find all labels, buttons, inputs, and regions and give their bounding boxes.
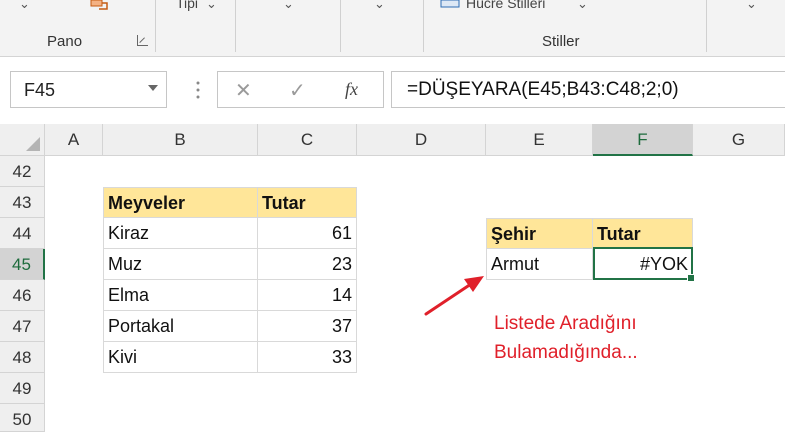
number-format-label[interactable]: Tipi <box>176 0 198 11</box>
cell-styles-label[interactable]: Hücre Stilleri <box>466 0 545 11</box>
table-cell-fruit[interactable]: Portakal <box>103 311 258 342</box>
table-cell-fruit[interactable]: Kivi <box>103 342 258 373</box>
table-cell-amount[interactable]: 14 <box>258 280 357 311</box>
format-painter-icon[interactable] <box>88 0 112 14</box>
row-header-44[interactable]: 44 <box>0 218 45 249</box>
row-header-42[interactable]: 42 <box>0 156 45 187</box>
ribbon-separator <box>340 0 341 52</box>
name-box[interactable]: F45 <box>10 71 167 108</box>
ribbon: ⌄ Tipi ⌄ ⌄ ⌄ Hücre Stilleri ⌄ ⌄ Pano Sti… <box>0 0 785 57</box>
column-header-e[interactable]: E <box>486 124 593 156</box>
row-header-50[interactable]: 50 <box>0 404 45 432</box>
source-header-amount[interactable]: Tutar <box>258 187 357 218</box>
ribbon-separator <box>235 0 236 52</box>
insert-function-icon[interactable]: fx <box>345 79 358 100</box>
active-cell-selection[interactable] <box>593 247 695 282</box>
column-header-f[interactable]: F <box>593 124 693 156</box>
cell-styles-icon[interactable] <box>440 0 462 8</box>
formula-text: =DÜŞEYARA(E45;B43:C48;2;0) <box>407 79 679 100</box>
table-cell-amount[interactable]: 23 <box>258 249 357 280</box>
ribbon-separator <box>706 0 707 52</box>
chevron-down-icon[interactable]: ⌄ <box>283 0 294 12</box>
ribbon-separator <box>155 0 156 52</box>
annotation-arrow-icon <box>424 276 484 316</box>
chevron-down-icon[interactable]: ⌄ <box>746 0 757 12</box>
chevron-down-icon[interactable] <box>148 85 158 91</box>
ribbon-separator <box>423 0 424 52</box>
styles-group-label: Stiller <box>542 33 580 50</box>
lookup-value-cell[interactable]: Armut <box>486 249 593 280</box>
clipboard-group-label: Pano <box>47 33 83 50</box>
annotation-line-2: Bulamadığında... <box>494 342 638 363</box>
column-header-a[interactable]: A <box>45 124 103 156</box>
formula-input[interactable]: =DÜŞEYARA(E45;B43:C48;2;0) <box>391 71 785 108</box>
row-header-45[interactable]: 45 <box>0 249 45 280</box>
row-header-46[interactable]: 46 <box>0 280 45 311</box>
table-cell-amount[interactable]: 37 <box>258 311 357 342</box>
row-header-43[interactable]: 43 <box>0 187 45 218</box>
chevron-down-icon[interactable]: ⌄ <box>19 0 30 12</box>
source-header-fruit[interactable]: Meyveler <box>103 187 258 218</box>
select-all-corner[interactable] <box>0 124 45 156</box>
dialog-launcher-icon[interactable] <box>137 35 148 46</box>
formula-bar-grip-icon[interactable] <box>196 80 200 100</box>
annotation-line-1: Listede Aradığını <box>494 313 637 334</box>
chevron-down-icon[interactable]: ⌄ <box>577 0 588 12</box>
column-header-b[interactable]: B <box>103 124 258 156</box>
formula-actions: ✕ ✓ fx <box>217 71 384 108</box>
enter-icon[interactable]: ✓ <box>289 78 306 103</box>
table-cell-amount[interactable]: 61 <box>258 218 357 249</box>
column-header-d[interactable]: D <box>357 124 486 156</box>
lookup-header-amount[interactable]: Tutar <box>593 218 693 249</box>
table-cell-fruit[interactable]: Elma <box>103 280 258 311</box>
cancel-icon[interactable]: ✕ <box>235 78 252 103</box>
chevron-down-icon[interactable]: ⌄ <box>374 0 385 12</box>
table-cell-fruit[interactable]: Muz <box>103 249 258 280</box>
row-header-49[interactable]: 49 <box>0 373 45 404</box>
lookup-header-city[interactable]: Şehir <box>486 218 593 249</box>
row-header-47[interactable]: 47 <box>0 311 45 342</box>
column-header-c[interactable]: C <box>258 124 357 156</box>
chevron-down-icon[interactable]: ⌄ <box>206 0 217 12</box>
fill-handle[interactable] <box>687 274 695 282</box>
table-cell-fruit[interactable]: Kiraz <box>103 218 258 249</box>
row-header-48[interactable]: 48 <box>0 342 45 373</box>
name-box-value: F45 <box>24 80 56 100</box>
column-header-g[interactable]: G <box>693 124 785 156</box>
table-cell-amount[interactable]: 33 <box>258 342 357 373</box>
